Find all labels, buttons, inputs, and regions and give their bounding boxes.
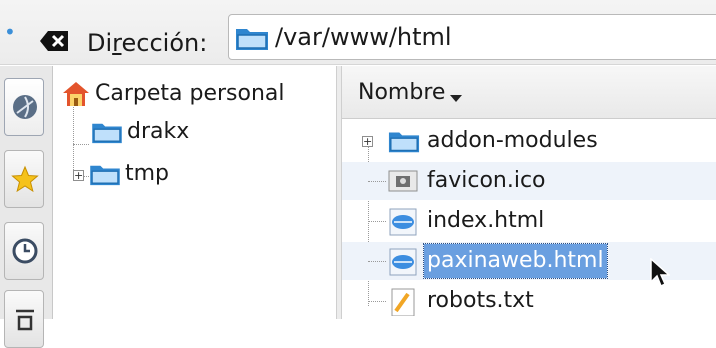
tree-item-label: Carpeta personal	[95, 81, 285, 106]
sidebar-tab-bookmarks[interactable]	[4, 150, 44, 208]
clear-location-icon[interactable]	[40, 30, 70, 56]
history-clock-icon	[12, 238, 38, 264]
folder-icon	[388, 128, 420, 158]
sort-descending-icon	[450, 88, 462, 107]
more-tab-icon	[16, 309, 34, 331]
sidebar-tab-network[interactable]	[4, 78, 44, 136]
toolbar-grip-icon[interactable]: •	[4, 22, 16, 42]
file-row-favicon[interactable]: favicon.ico	[342, 162, 716, 200]
file-name: paxinaweb.html	[423, 243, 608, 279]
tree-item-tmp[interactable]: + tmp	[73, 158, 273, 190]
file-name: favicon.ico	[427, 168, 546, 193]
file-name: robots.txt	[427, 288, 534, 313]
text-file-icon	[388, 288, 418, 320]
location-input[interactable]: /var/www/html	[228, 14, 716, 60]
mouse-pointer-icon	[650, 257, 671, 292]
folder-tree: Carpeta personal drakx + tmp	[53, 66, 336, 319]
folder-icon	[89, 162, 121, 190]
file-row-index[interactable]: index.html	[342, 202, 716, 240]
network-icon	[13, 95, 37, 119]
column-header-name[interactable]: Nombre	[342, 66, 716, 119]
file-name: index.html	[427, 208, 545, 233]
folder-icon	[91, 120, 123, 148]
expand-toggle[interactable]: +	[362, 136, 373, 147]
location-label: Dirección:	[87, 29, 208, 57]
sidebar-tab-history[interactable]	[4, 222, 44, 280]
tree-item-label: drakx	[127, 119, 190, 144]
folder-icon	[235, 25, 269, 55]
home-folder-icon	[61, 80, 91, 112]
bookmarks-star-icon	[11, 165, 39, 193]
sidebar-tab-more[interactable]	[4, 290, 44, 348]
tree-item-label: tmp	[125, 161, 170, 186]
image-file-icon	[388, 168, 418, 198]
sidebar-tab-bar	[0, 66, 53, 348]
expand-toggle[interactable]: +	[73, 170, 84, 181]
tree-item-drakx[interactable]: drakx	[91, 116, 291, 148]
file-row-addon-modules[interactable]: + addon-modules	[342, 122, 716, 160]
html-file-icon	[388, 248, 418, 280]
column-header-label: Nombre	[358, 80, 446, 105]
location-path[interactable]: /var/www/html	[275, 21, 452, 53]
file-name: addon-modules	[427, 128, 598, 153]
tree-item-home[interactable]: Carpeta personal	[61, 78, 331, 110]
html-file-icon	[388, 208, 418, 240]
location-toolbar: • Dirección: /var/www/html	[0, 0, 716, 65]
